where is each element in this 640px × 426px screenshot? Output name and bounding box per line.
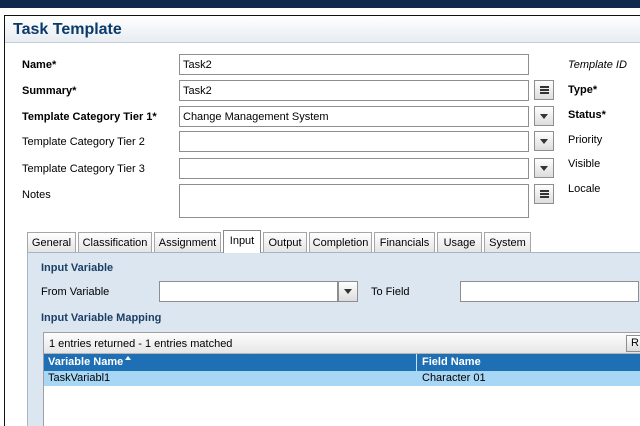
page-title: Task Template — [13, 21, 122, 38]
visible-label: Visible — [568, 158, 601, 170]
menu-lines-icon — [539, 190, 549, 198]
to-field-select[interactable] — [460, 281, 639, 302]
dropdown-arrow-icon — [540, 113, 548, 119]
tier2-label: Template Category Tier 2 — [22, 136, 145, 148]
dropdown-arrow-icon — [540, 165, 548, 171]
status-label: Status* — [568, 109, 606, 121]
tier2-select[interactable] — [179, 131, 529, 152]
sort-ascending-icon — [125, 356, 132, 360]
menu-lines-icon — [539, 86, 549, 94]
column-header-variable-name[interactable]: Variable Name — [48, 356, 132, 368]
refresh-button[interactable]: R — [626, 335, 640, 352]
tab-completion[interactable]: Completion — [309, 232, 372, 252]
dropdown-arrow-icon — [540, 138, 548, 144]
summary-field[interactable]: Task2 — [179, 80, 529, 101]
input-variable-mapping-title: Input Variable Mapping — [41, 312, 162, 324]
tab-system[interactable]: System — [484, 232, 531, 252]
entries-count: 1 entries returned - 1 entries matched — [49, 338, 233, 350]
table-header: Variable Name Field Name — [44, 354, 640, 371]
dropdown-arrow-icon — [344, 289, 352, 294]
locale-label: Locale — [568, 183, 601, 195]
tab-assignment[interactable]: Assignment — [154, 232, 221, 252]
tier1-dropdown-button[interactable] — [534, 106, 554, 126]
from-variable-label: From Variable — [41, 286, 110, 298]
tier3-label: Template Category Tier 3 — [22, 163, 145, 175]
cell-variable-name: TaskVariabl1 — [48, 372, 111, 384]
tier1-label: Template Category Tier 1* — [22, 111, 157, 123]
to-field-label: To Field — [371, 286, 410, 298]
notes-label: Notes — [22, 189, 51, 201]
from-variable-select[interactable] — [159, 281, 338, 302]
type-label: Type* — [568, 84, 598, 96]
column-header-field-name[interactable]: Field Name — [422, 356, 481, 368]
tier1-select[interactable]: Change Management System — [179, 106, 529, 127]
from-variable-dropdown-button[interactable] — [338, 281, 358, 302]
tier3-select[interactable] — [179, 158, 529, 179]
template-id-label: Template ID — [568, 59, 627, 71]
title-bar: Task Template — [5, 16, 640, 43]
summary-label: Summary* — [22, 85, 77, 97]
tab-general[interactable]: General — [27, 232, 76, 252]
tab-input[interactable]: Input — [223, 230, 261, 253]
summary-expand-button[interactable] — [534, 80, 554, 100]
input-variable-title: Input Variable — [41, 262, 114, 274]
notes-field[interactable] — [179, 184, 529, 218]
tab-output[interactable]: Output — [263, 232, 307, 252]
priority-label: Priority — [568, 134, 603, 146]
tier2-dropdown-button[interactable] — [534, 131, 554, 151]
tab-financials[interactable]: Financials — [374, 232, 435, 252]
tab-classification[interactable]: Classification — [78, 232, 152, 252]
table-status-bar: 1 entries returned - 1 entries matched R — [44, 333, 640, 354]
column-divider[interactable] — [416, 354, 417, 371]
cell-field-name: Character 01 — [422, 372, 486, 384]
name-field[interactable]: Task2 — [179, 54, 529, 75]
mapping-table: 1 entries returned - 1 entries matched R… — [43, 332, 640, 426]
name-label: Name* — [22, 59, 57, 71]
table-row[interactable]: TaskVariabl1 Character 01 — [44, 371, 640, 386]
tier3-dropdown-button[interactable] — [534, 158, 554, 178]
tab-usage[interactable]: Usage — [437, 232, 482, 252]
top-banner — [0, 0, 640, 8]
notes-expand-button[interactable] — [534, 184, 554, 204]
